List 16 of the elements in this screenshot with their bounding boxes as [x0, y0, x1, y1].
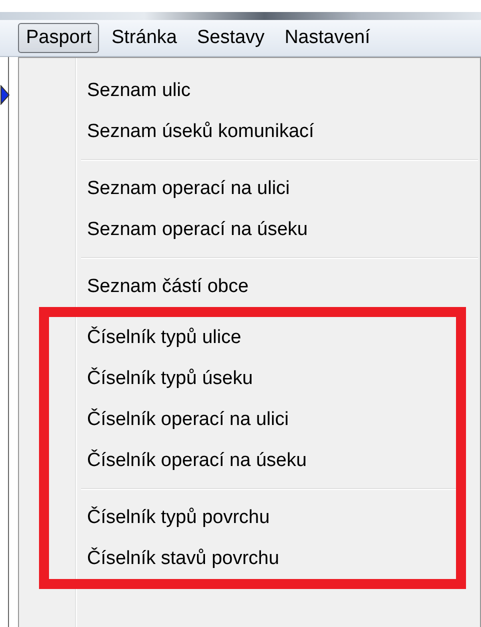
- arrow-icon: [0, 85, 10, 105]
- menu-item[interactable]: Číselník operací na úseku: [48, 440, 456, 481]
- menu-bar-item[interactable]: Sestavy: [188, 23, 273, 53]
- menu-item[interactable]: Číselník typů povrchu: [48, 497, 456, 538]
- menu-item[interactable]: Seznam ulic: [20, 70, 478, 111]
- menu-bar-item[interactable]: Stránka: [103, 23, 185, 53]
- menu-item[interactable]: Číselník typů ulice: [48, 317, 456, 358]
- menu-item[interactable]: Číselník operací na ulici: [48, 399, 456, 440]
- menu-item[interactable]: Seznam částí obce: [20, 266, 478, 307]
- menu-item[interactable]: Seznam úseků komunikací: [20, 111, 478, 152]
- menu-bar-item[interactable]: Pasport: [18, 23, 100, 53]
- menu-bar-item[interactable]: Nastavení: [276, 23, 378, 53]
- menu-item[interactable]: Číselník typů úseku: [48, 358, 456, 399]
- menu-item[interactable]: Číselník stavů povrchu: [48, 538, 456, 579]
- menu-item[interactable]: Seznam operací na úseku: [20, 209, 478, 250]
- menu-item[interactable]: Seznam operací na ulici: [20, 168, 478, 209]
